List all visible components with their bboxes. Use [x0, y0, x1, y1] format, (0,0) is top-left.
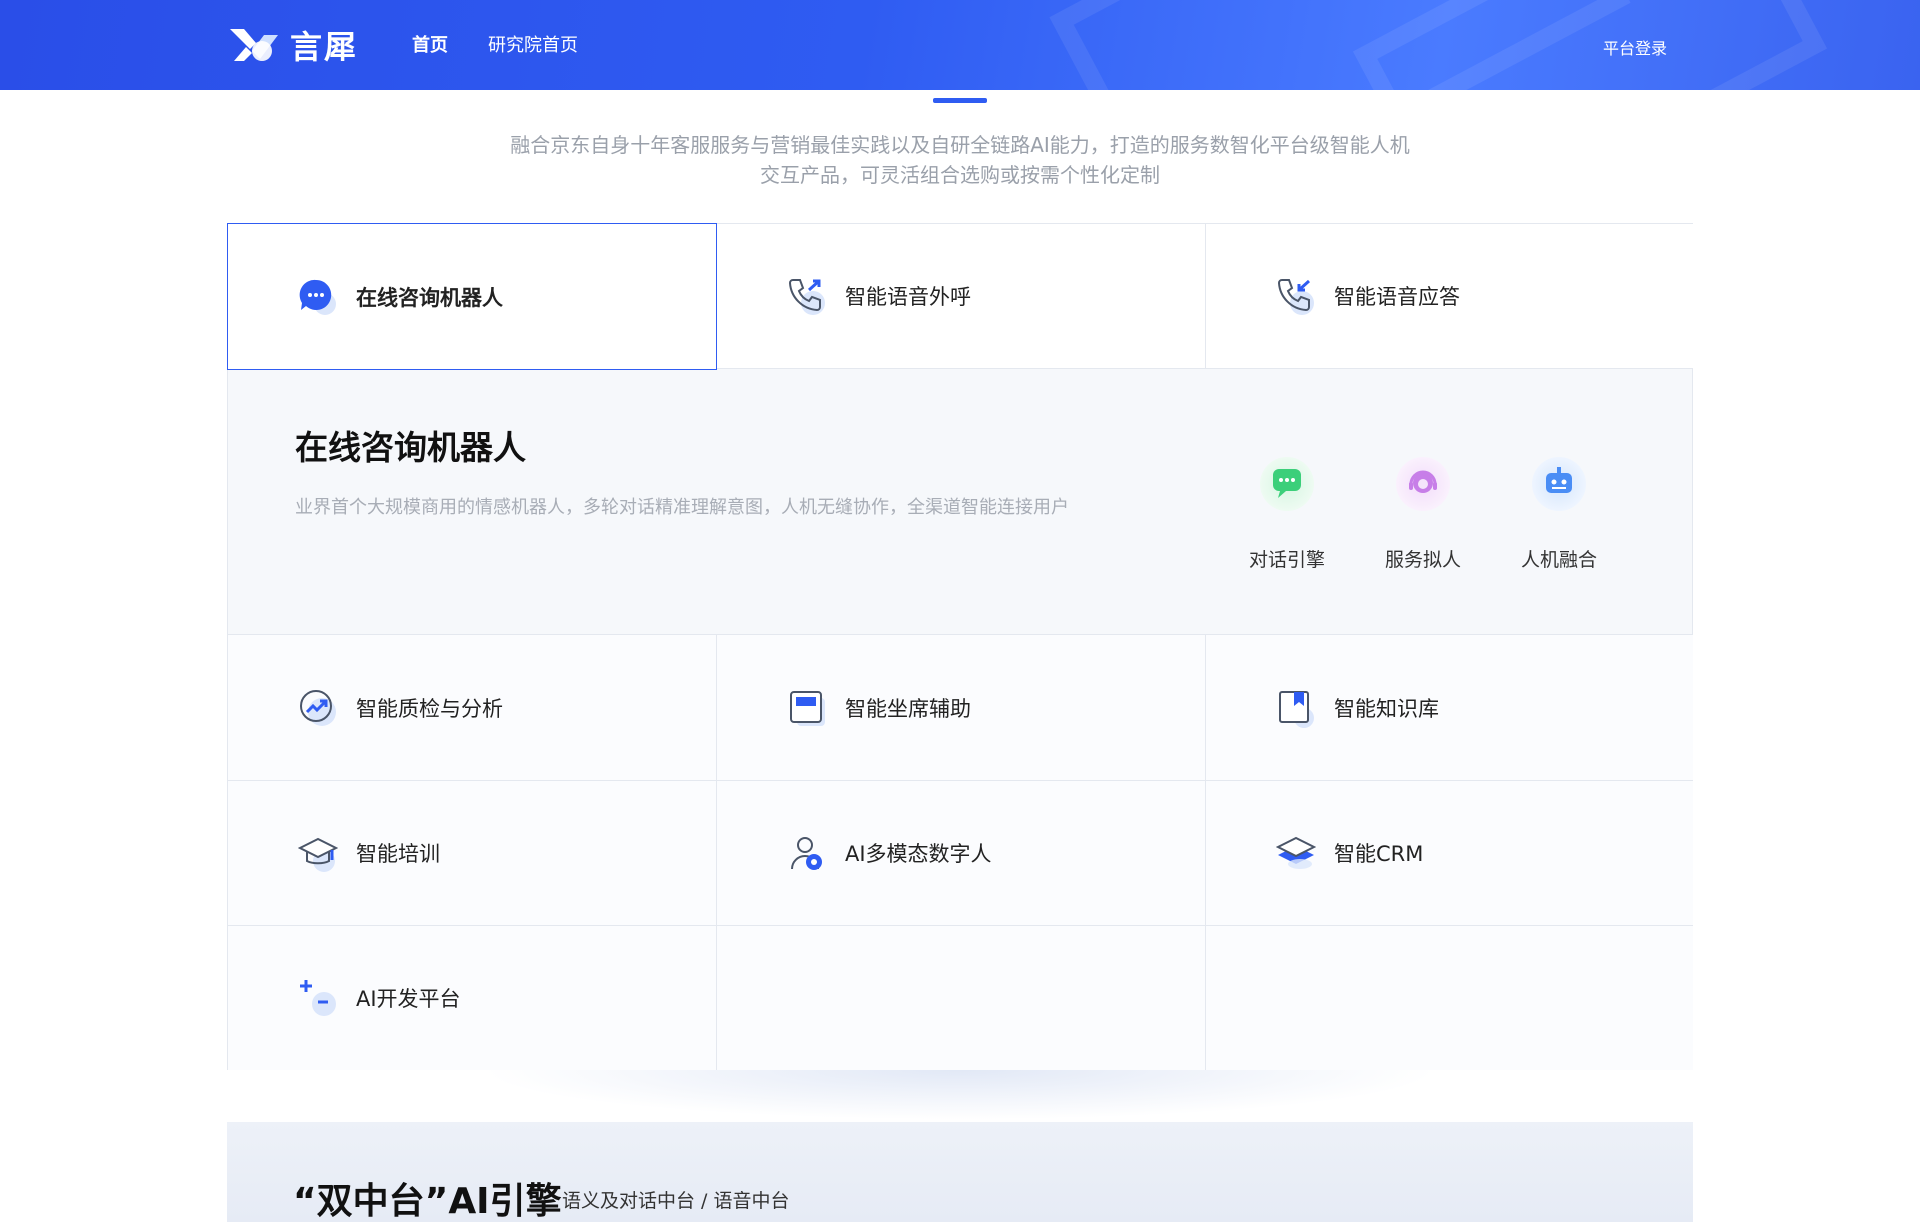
robot-icon [1532, 457, 1586, 511]
layers-icon [1275, 833, 1317, 873]
product-detail-panel: 在线咨询机器人 业界首个大规模商用的情感机器人，多轮对话精准理解意图，人机无缝协… [228, 369, 1692, 635]
product-label: AI开发平台 [356, 987, 461, 1011]
intro-line-1: 融合京东自身十年客服服务与营销最佳实践以及自研全链路AI能力，打造的服务数智化平… [510, 133, 1410, 157]
tab-online-robot[interactable]: 在线咨询机器人 [227, 223, 717, 370]
product-label: 智能培训 [356, 842, 440, 866]
section-indicator [933, 98, 987, 103]
nav-item-research[interactable]: 研究院首页 [488, 31, 578, 57]
feature-label: 人机融合 [1520, 549, 1597, 571]
empty-grid-cell [717, 926, 1206, 1070]
digital-human-icon [787, 833, 827, 873]
section-title: “双中台”AI引擎 [293, 1181, 562, 1222]
product-agent-assist[interactable]: 智能坐席辅助 [717, 635, 1206, 781]
top-navigation-bar: 言犀 首页 研究院首页 平台登录 [0, 0, 1920, 90]
intro-text: 融合京东自身十年客服服务与营销最佳实践以及自研全链路AI能力，打造的服务数智化平… [440, 130, 1480, 190]
tab-label: 智能语音外呼 [845, 285, 971, 309]
tab-label: 在线咨询机器人 [356, 285, 503, 310]
main-nav: 首页 研究院首页 [412, 31, 578, 57]
customer-service-icon [1396, 457, 1450, 511]
phone-incoming-icon [1276, 276, 1316, 316]
product-quality-analysis[interactable]: 智能质检与分析 [228, 635, 717, 781]
product-training[interactable]: 智能培训 [228, 781, 717, 926]
product-crm[interactable]: 智能CRM [1206, 781, 1693, 926]
grid-shadow [480, 1070, 1440, 1120]
chat-bubble-icon [298, 277, 338, 317]
feature-human-machine: 人机融合 [1504, 457, 1614, 572]
nav-item-home[interactable]: 首页 [412, 31, 448, 57]
trend-chart-icon [298, 688, 338, 728]
feature-label: 对话引擎 [1248, 549, 1325, 571]
graduation-cap-icon [297, 833, 339, 873]
phone-outgoing-icon [787, 276, 827, 316]
window-panel-icon [787, 688, 827, 728]
tab-voice-outbound[interactable]: 智能语音外呼 [717, 224, 1206, 369]
product-label: 智能CRM [1334, 842, 1424, 866]
empty-grid-cell [1206, 926, 1693, 1070]
logo-mark-icon [228, 25, 280, 65]
header-decoration [1352, 0, 1828, 90]
product-grid: 在线咨询机器人 智能语音外呼 智能语音应答 在线咨询机器人 业界首个大规模商用的… [227, 223, 1693, 1070]
tab-voice-answer[interactable]: 智能语音应答 [1206, 224, 1693, 369]
logo-text: 言犀 [290, 28, 359, 66]
bookmark-book-icon [1276, 688, 1316, 728]
detail-title: 在线咨询机器人 [295, 428, 526, 467]
product-label: AI多模态数字人 [845, 842, 992, 866]
dialog-engine-icon [1260, 457, 1314, 511]
product-label: 智能知识库 [1334, 696, 1439, 721]
feature-humanlike-service: 服务拟人 [1368, 457, 1478, 572]
product-label: 智能质检与分析 [356, 696, 503, 721]
product-ai-dev-platform[interactable]: AI开发平台 [228, 926, 717, 1070]
intro-line-2: 交互产品，可灵活组合选购或按需个性化定制 [760, 163, 1160, 187]
detail-description: 业界首个大规模商用的情感机器人，多轮对话精准理解意图，人机无缝协作，全渠道智能连… [295, 497, 1069, 518]
feature-dialog-engine: 对话引擎 [1232, 457, 1342, 572]
platform-login-link[interactable]: 平台登录 [1603, 35, 1667, 59]
feature-label: 服务拟人 [1384, 549, 1461, 571]
site-logo[interactable]: 言犀 [228, 22, 358, 68]
product-digital-human[interactable]: AI多模态数字人 [717, 781, 1206, 926]
product-knowledge-base[interactable]: 智能知识库 [1206, 635, 1693, 781]
product-label: 智能坐席辅助 [845, 696, 971, 721]
plus-minus-icon [298, 978, 338, 1018]
tab-label: 智能语音应答 [1334, 285, 1460, 309]
dual-platform-section: “双中台”AI引擎 语义及对话中台 / 语音中台 [227, 1122, 1693, 1222]
